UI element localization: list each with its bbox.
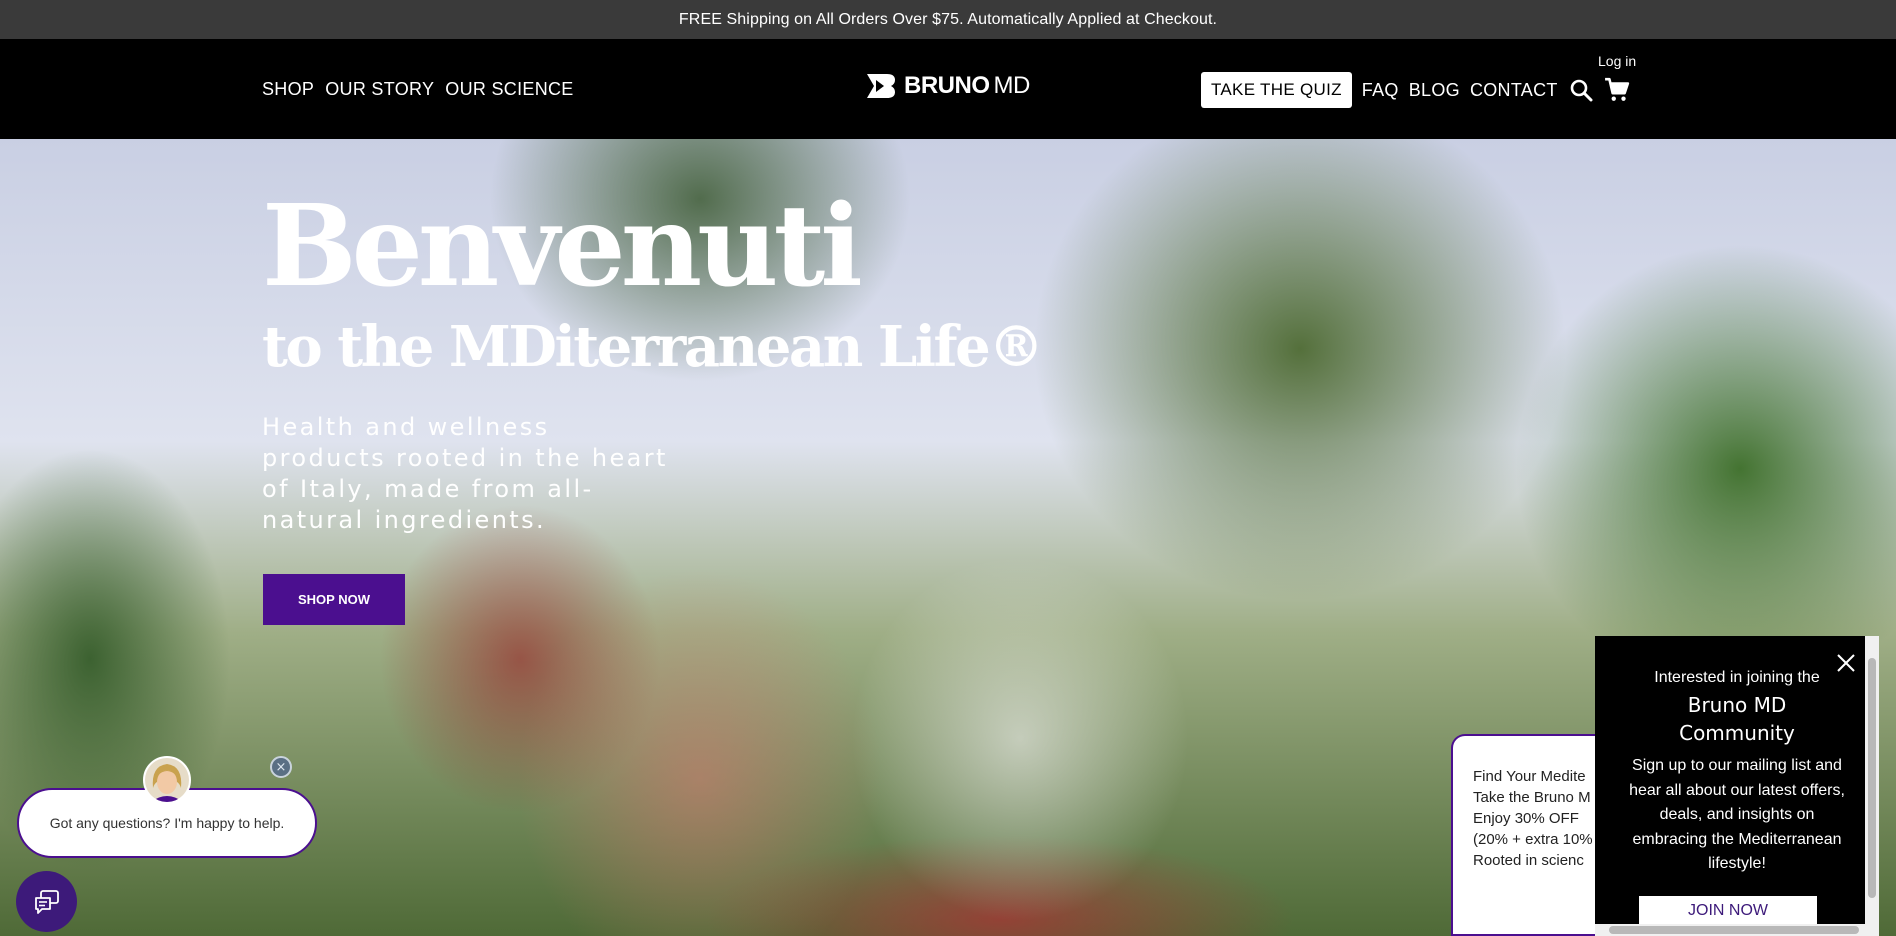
signup-brand-line2: Community bbox=[1679, 721, 1795, 745]
nav-shop[interactable]: SHOP bbox=[262, 79, 314, 100]
signup-brand-line1: Bruno MD bbox=[1687, 693, 1787, 717]
primary-nav: SHOP OUR STORY OUR SCIENCE bbox=[262, 79, 574, 100]
signup-lead-text: Interested in joining the bbox=[1654, 669, 1820, 686]
hero-subtitle: to the MDiterranean Life® bbox=[262, 314, 1044, 380]
chat-agent-avatar bbox=[143, 756, 191, 804]
login-link[interactable]: Log in bbox=[1598, 53, 1636, 69]
chat-icon bbox=[34, 889, 59, 914]
announcement-text: FREE Shipping on All Orders Over $75. Au… bbox=[678, 10, 1218, 28]
hero-description: Health and wellness products rooted in t… bbox=[262, 413, 668, 534]
cart-icon[interactable] bbox=[1604, 77, 1630, 103]
bruno-md-logo[interactable]: BRUNO MD bbox=[864, 71, 1030, 101]
newsletter-signup-popup: Interested in joining the Bruno MD Commu… bbox=[1595, 636, 1879, 936]
logo-text-thin: MD bbox=[993, 72, 1031, 99]
nav-contact[interactable]: CONTACT bbox=[1470, 80, 1558, 101]
chat-close-icon[interactable]: × bbox=[270, 756, 292, 778]
nav-faq[interactable]: FAQ bbox=[1362, 80, 1399, 101]
hero-title: Benvenuti bbox=[262, 181, 863, 312]
logo-text-bold: BRUNO bbox=[904, 72, 990, 99]
site-header: SHOP OUR STORY OUR SCIENCE BRUNO MD Log i… bbox=[0, 39, 1896, 139]
nav-our-story[interactable]: OUR STORY bbox=[325, 79, 434, 100]
signup-description: Sign up to our mailing list and hear all… bbox=[1629, 757, 1845, 872]
horizontal-scrollbar[interactable] bbox=[1595, 924, 1879, 936]
logo-mark-icon bbox=[867, 74, 895, 98]
nav-our-science[interactable]: OUR SCIENCE bbox=[445, 79, 573, 100]
shop-now-button[interactable]: SHOP NOW bbox=[263, 574, 405, 625]
chat-launcher-button[interactable] bbox=[16, 871, 77, 932]
take-the-quiz-button[interactable]: TAKE THE QUIZ bbox=[1201, 72, 1352, 108]
scrollbar-thumb[interactable] bbox=[1868, 658, 1876, 898]
signup-brand-heading: Bruno MD Community bbox=[1595, 691, 1879, 747]
logo-text: BRUNO MD bbox=[904, 72, 1030, 100]
scrollbar-thumb[interactable] bbox=[1609, 926, 1859, 934]
search-icon[interactable] bbox=[1568, 77, 1594, 103]
nav-blog[interactable]: BLOG bbox=[1409, 80, 1460, 101]
announcement-bar: FREE Shipping on All Orders Over $75. Au… bbox=[0, 0, 1896, 39]
chat-greeting-text: Got any questions? I'm happy to help. bbox=[49, 815, 285, 831]
secondary-nav: TAKE THE QUIZ FAQ BLOG CONTACT bbox=[1201, 72, 1630, 108]
vertical-scrollbar[interactable] bbox=[1865, 636, 1879, 924]
